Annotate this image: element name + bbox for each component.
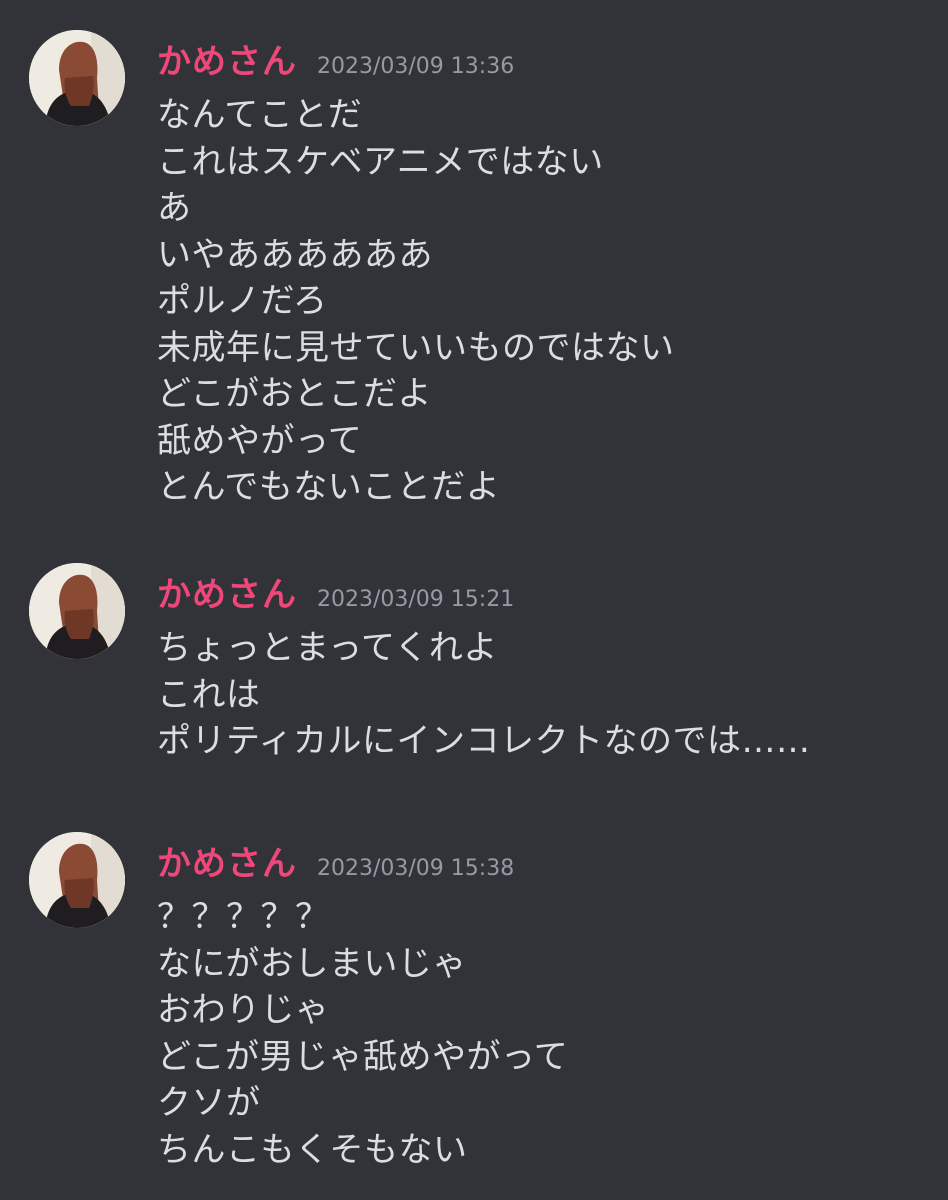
message-timestamp: 2023/03/09 15:21 (317, 587, 515, 612)
avatar-photo-icon (29, 563, 125, 659)
message-line: 未成年に見せていいものではない (157, 327, 675, 368)
message-line: なんてことだ (157, 95, 363, 135)
message-line: これは (157, 674, 261, 715)
message-line: ちょっとまってくれよ (157, 628, 498, 668)
message-line: あ (157, 188, 192, 228)
message-line: どこが男じゃ舐めやがって (157, 1036, 569, 1077)
message-line: 舐めやがって (157, 420, 363, 461)
username[interactable]: かめさん (157, 567, 297, 616)
message-line: これはスケベアニメではない (157, 141, 604, 182)
message-line: どこがおとこだよ (157, 374, 432, 414)
message-line: ちんこもくそもない (157, 1129, 468, 1170)
message-content: ？？？？？ なにがおしまいじゃ おわりじゃ どこが男じゃ舐めやがって クソが ち… (157, 894, 927, 1173)
username[interactable]: かめさん (157, 836, 297, 885)
message-line: ポリティカルにインコレクトなのでは…… (157, 721, 811, 761)
message-line: なにがおしまいじゃ (157, 943, 467, 984)
user-avatar[interactable] (29, 30, 125, 126)
message-content: なんてことだ これはスケベアニメではない あ いやああああああ ポルノだろ 未成… (157, 92, 927, 511)
avatar-photo-icon (29, 30, 125, 126)
message-line: いやああああああ (157, 234, 433, 275)
message-timestamp: 2023/03/09 15:38 (317, 856, 515, 881)
message-line: ポルノだろ (157, 281, 328, 321)
username[interactable]: かめさん (157, 34, 297, 83)
avatar-photo-icon (29, 832, 125, 928)
message-content: ちょっとまってくれよ これは ポリティカルにインコレクトなのでは…… (157, 625, 927, 765)
message-line: おわりじゃ (157, 990, 330, 1030)
message-line: クソが (157, 1083, 261, 1123)
message-line: ？？？？？ (157, 897, 330, 937)
user-avatar[interactable] (29, 832, 125, 928)
message-line: とんでもないことだよ (157, 467, 501, 507)
message-timestamp: 2023/03/09 13:36 (317, 54, 515, 79)
user-avatar[interactable] (29, 563, 125, 659)
